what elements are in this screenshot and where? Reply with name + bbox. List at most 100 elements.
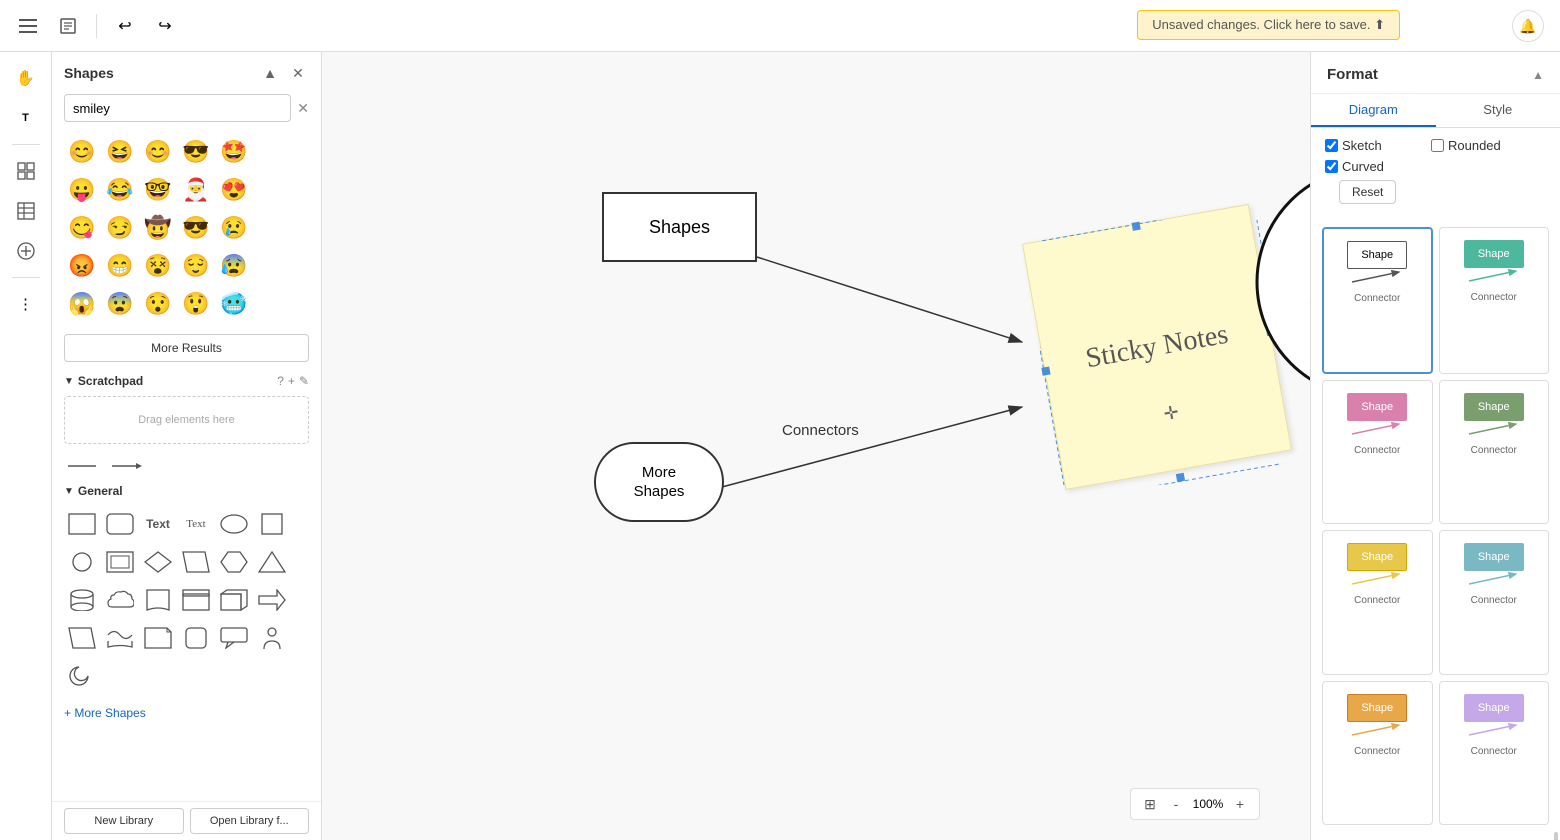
emoji-item[interactable]: 🎅 xyxy=(178,172,214,208)
shape-rect-sq[interactable] xyxy=(254,506,290,542)
sketch-checkbox-label[interactable]: Sketch xyxy=(1325,138,1425,153)
emoji-item[interactable]: 😊 xyxy=(140,134,176,170)
shape-hexagon[interactable] xyxy=(216,544,252,580)
style-card-8[interactable]: Shape Connector xyxy=(1439,681,1550,826)
new-library-btn[interactable]: New Library xyxy=(64,808,184,834)
canvas-shapes-box[interactable]: Shapes xyxy=(602,192,757,262)
reset-btn[interactable]: Reset xyxy=(1339,180,1396,204)
panel-close-btn[interactable]: ✕ xyxy=(287,62,309,84)
menu-button[interactable] xyxy=(12,10,44,42)
more-results-btn[interactable]: More Results xyxy=(64,334,309,362)
shape-line-arrow[interactable] xyxy=(108,456,144,476)
curved-checkbox[interactable] xyxy=(1325,160,1338,173)
format-panel-collapse-btn[interactable]: ▲ xyxy=(1532,68,1544,82)
style-card-5[interactable]: Shape Connector xyxy=(1322,530,1433,675)
rounded-checkbox-label[interactable]: Rounded xyxy=(1431,138,1531,153)
general-header[interactable]: ▼ General xyxy=(52,480,321,502)
shape-trapezoid[interactable] xyxy=(64,620,100,656)
emoji-item[interactable]: 😏 xyxy=(102,210,138,246)
emoji-item[interactable]: 😨 xyxy=(102,286,138,322)
shape-diamond[interactable] xyxy=(140,544,176,580)
style-card-4[interactable]: Shape Connector xyxy=(1439,380,1550,525)
tab-diagram[interactable]: Diagram xyxy=(1311,94,1436,127)
canvas-area[interactable]: Shapes Sticky Notes ✛ xyxy=(322,52,1310,840)
left-strip-more[interactable]: ⋮ xyxy=(8,286,44,322)
style-card-2[interactable]: Shape Connector xyxy=(1439,227,1550,374)
style-card-6[interactable]: Shape Connector xyxy=(1439,530,1550,675)
shape-text[interactable]: Text xyxy=(140,506,176,542)
shape-callout[interactable] xyxy=(216,620,252,656)
zoom-in-btn[interactable]: + xyxy=(1229,793,1251,815)
zoom-out-btn[interactable]: - xyxy=(1165,793,1187,815)
emoji-item[interactable]: 😢 xyxy=(216,210,252,246)
shape-rect-rounded[interactable] xyxy=(64,506,100,542)
bell-button[interactable]: 🔔 xyxy=(1512,10,1544,42)
sketch-checkbox[interactable] xyxy=(1325,139,1338,152)
emoji-item[interactable]: 😲 xyxy=(178,286,214,322)
pages-button[interactable] xyxy=(52,10,84,42)
shape-circle[interactable] xyxy=(64,544,100,580)
shape-note[interactable] xyxy=(140,620,176,656)
canvas-smiley[interactable] xyxy=(1252,162,1310,402)
style-card-7[interactable]: Shape Connector xyxy=(1322,681,1433,826)
shape-rect-rounded2[interactable] xyxy=(102,506,138,542)
tab-style[interactable]: Style xyxy=(1436,94,1560,127)
emoji-item[interactable]: 😁 xyxy=(102,248,138,284)
shape-person[interactable] xyxy=(254,620,290,656)
scratchpad-add[interactable]: + xyxy=(288,374,295,388)
shape-frame[interactable] xyxy=(178,582,214,618)
scratchpad-help[interactable]: ? xyxy=(277,374,284,388)
open-library-btn[interactable]: Open Library f... xyxy=(190,808,310,834)
style-card-3[interactable]: Shape Connector xyxy=(1322,380,1433,525)
shape-ellipse[interactable] xyxy=(216,506,252,542)
emoji-item[interactable]: 😱 xyxy=(64,286,100,322)
left-strip-insert[interactable] xyxy=(8,233,44,269)
emoji-item[interactable]: 😛 xyxy=(64,172,100,208)
zoom-fit-btn[interactable]: ⊞ xyxy=(1139,793,1161,815)
left-strip-text[interactable]: T xyxy=(8,100,44,136)
panel-expand-btn[interactable]: ▲ xyxy=(259,62,281,84)
more-shapes-row[interactable]: + More Shapes xyxy=(52,698,321,728)
shape-cloud[interactable] xyxy=(102,582,138,618)
shape-triangle[interactable] xyxy=(254,544,290,580)
shape-doc[interactable] xyxy=(140,582,176,618)
canvas-more-shapes-bubble[interactable]: MoreShapes xyxy=(594,442,724,522)
shape-wave[interactable] xyxy=(102,620,138,656)
emoji-item[interactable]: 🥶 xyxy=(216,286,252,322)
shape-cylinder[interactable] xyxy=(64,582,100,618)
shape-rect-inner[interactable] xyxy=(102,544,138,580)
scratchpad-header[interactable]: ▼ Scratchpad ? + ✎ xyxy=(52,370,321,392)
emoji-item[interactable]: 😆 xyxy=(102,134,138,170)
emoji-item[interactable]: 😊 xyxy=(64,134,100,170)
shape-line-straight[interactable] xyxy=(64,456,100,476)
emoji-item[interactable]: 🤓 xyxy=(140,172,176,208)
redo-button[interactable]: ↪ xyxy=(149,10,181,42)
emoji-item[interactable]: 😌 xyxy=(178,248,214,284)
search-clear-btn[interactable]: ✕ xyxy=(297,94,309,122)
emoji-item[interactable]: 😡 xyxy=(64,248,100,284)
style-card-1[interactable]: Shape Connector xyxy=(1322,227,1433,374)
emoji-item[interactable]: 😵 xyxy=(140,248,176,284)
emoji-item[interactable]: 🤩 xyxy=(216,134,252,170)
rounded-checkbox[interactable] xyxy=(1431,139,1444,152)
emoji-item[interactable]: 😰 xyxy=(216,248,252,284)
shape-arrow-right[interactable] xyxy=(254,582,290,618)
emoji-item[interactable]: 😯 xyxy=(140,286,176,322)
search-input[interactable] xyxy=(64,94,291,122)
shape-script[interactable]: Text xyxy=(178,506,214,542)
emoji-item[interactable]: 😋 xyxy=(64,210,100,246)
shape-moon[interactable] xyxy=(64,658,100,694)
scratchpad-edit[interactable]: ✎ xyxy=(299,374,309,388)
emoji-item[interactable]: 🤠 xyxy=(140,210,176,246)
left-strip-hand[interactable]: ✋ xyxy=(8,60,44,96)
emoji-item[interactable]: 😎 xyxy=(178,210,214,246)
scrollbar-handle[interactable] xyxy=(1554,832,1558,840)
shape-parallelogram[interactable] xyxy=(178,544,214,580)
shape-square-rounded[interactable] xyxy=(178,620,214,656)
emoji-item[interactable]: 😂 xyxy=(102,172,138,208)
left-strip-shapes[interactable] xyxy=(8,153,44,189)
shape-box3d[interactable] xyxy=(216,582,252,618)
unsaved-banner[interactable]: Unsaved changes. Click here to save. ⬆ xyxy=(1137,10,1400,40)
emoji-item[interactable]: 😎 xyxy=(178,134,214,170)
left-strip-table[interactable] xyxy=(8,193,44,229)
